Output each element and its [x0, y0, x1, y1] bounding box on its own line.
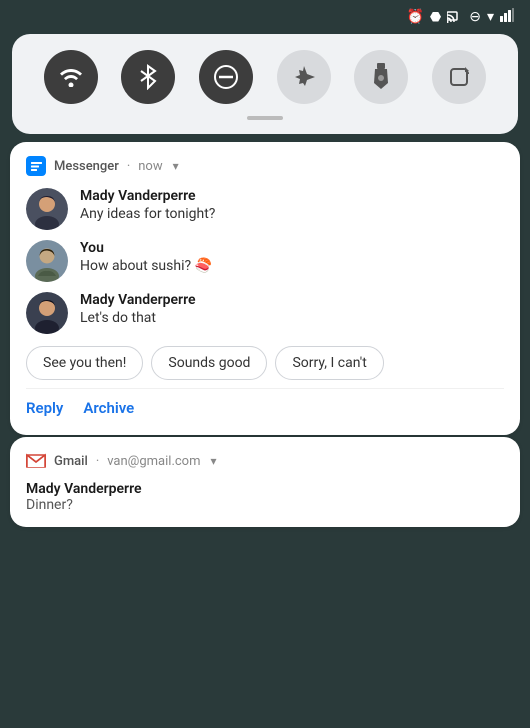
msg-text-1: Any ideas for tonight? [80, 206, 504, 222]
messenger-app-icon [26, 156, 46, 176]
message-row-1: Mady Vanderperre Any ideas for tonight? [26, 188, 504, 230]
wifi-status-icon: ▾ [487, 9, 494, 25]
notif-header-messenger: Messenger · now ▾ [26, 156, 504, 176]
gmail-app-icon [26, 451, 46, 471]
wifi-toggle[interactable] [44, 50, 98, 104]
msg-text-2: How about sushi? 🍣 [80, 258, 504, 274]
avatar-you [26, 240, 68, 282]
reply-button[interactable]: Reply [26, 395, 63, 421]
messenger-timestamp: now [138, 159, 162, 174]
archive-button[interactable]: Archive [83, 395, 134, 421]
panel-handle [247, 116, 283, 120]
quick-reply-sorry[interactable]: Sorry, I can't [275, 346, 383, 380]
rotate-toggle[interactable] [432, 50, 486, 104]
msg-content-1: Mady Vanderperre Any ideas for tonight? [80, 188, 504, 222]
quick-settings-panel [12, 34, 518, 134]
dnd-toggle[interactable] [199, 50, 253, 104]
message-row-2: You How about sushi? 🍣 [26, 240, 504, 282]
msg-text-3: Let's do that [80, 310, 504, 326]
cast-icon [447, 9, 463, 26]
gmail-expand-icon[interactable]: ▾ [211, 454, 217, 468]
clock-icon: ⏰ [406, 9, 423, 25]
gmail-notification: Gmail · van@gmail.com ▾ Mady Vanderperre… [10, 437, 520, 527]
notifications-area: Messenger · now ▾ Mady Vanderperre [0, 142, 530, 728]
signal-icon [500, 8, 514, 26]
messenger-notification: Messenger · now ▾ Mady Vanderperre [10, 142, 520, 435]
quick-replies: See you then! Sounds good Sorry, I can't [26, 346, 504, 380]
message-row-3: Mady Vanderperre Let's do that [26, 292, 504, 334]
avatar-mady-1 [26, 188, 68, 230]
bluetooth-toggle[interactable] [121, 50, 175, 104]
dnd-status-icon: ⊖ [469, 9, 481, 25]
msg-content-2: You How about sushi? 🍣 [80, 240, 504, 274]
msg-sender-1: Mady Vanderperre [80, 188, 504, 204]
notif-actions: Reply Archive [26, 388, 504, 421]
quick-reply-see-you[interactable]: See you then! [26, 346, 143, 380]
airplane-toggle[interactable] [277, 50, 331, 104]
status-bar: ⏰ ⬣ ⊖ ▾ [0, 0, 530, 30]
msg-sender-2: You [80, 240, 504, 256]
notif-expand-icon[interactable]: ▾ [173, 159, 179, 173]
messenger-app-name: Messenger [54, 159, 119, 174]
flashlight-toggle[interactable] [354, 50, 408, 104]
msg-content-3: Mady Vanderperre Let's do that [80, 292, 504, 326]
quick-reply-sounds-good[interactable]: Sounds good [151, 346, 267, 380]
messenger-time: · [127, 159, 130, 174]
msg-sender-3: Mady Vanderperre [80, 292, 504, 308]
gmail-account: van@gmail.com [107, 454, 200, 469]
bluetooth-status-icon: ⬣ [430, 10, 441, 25]
gmail-sender: Mady Vanderperre [26, 481, 504, 497]
gmail-subject: Dinner? [26, 497, 504, 513]
quick-settings-icons [32, 50, 498, 104]
avatar-mady-2 [26, 292, 68, 334]
gmail-header: Gmail · van@gmail.com ▾ [26, 451, 504, 471]
gmail-app-name: Gmail [54, 454, 88, 469]
